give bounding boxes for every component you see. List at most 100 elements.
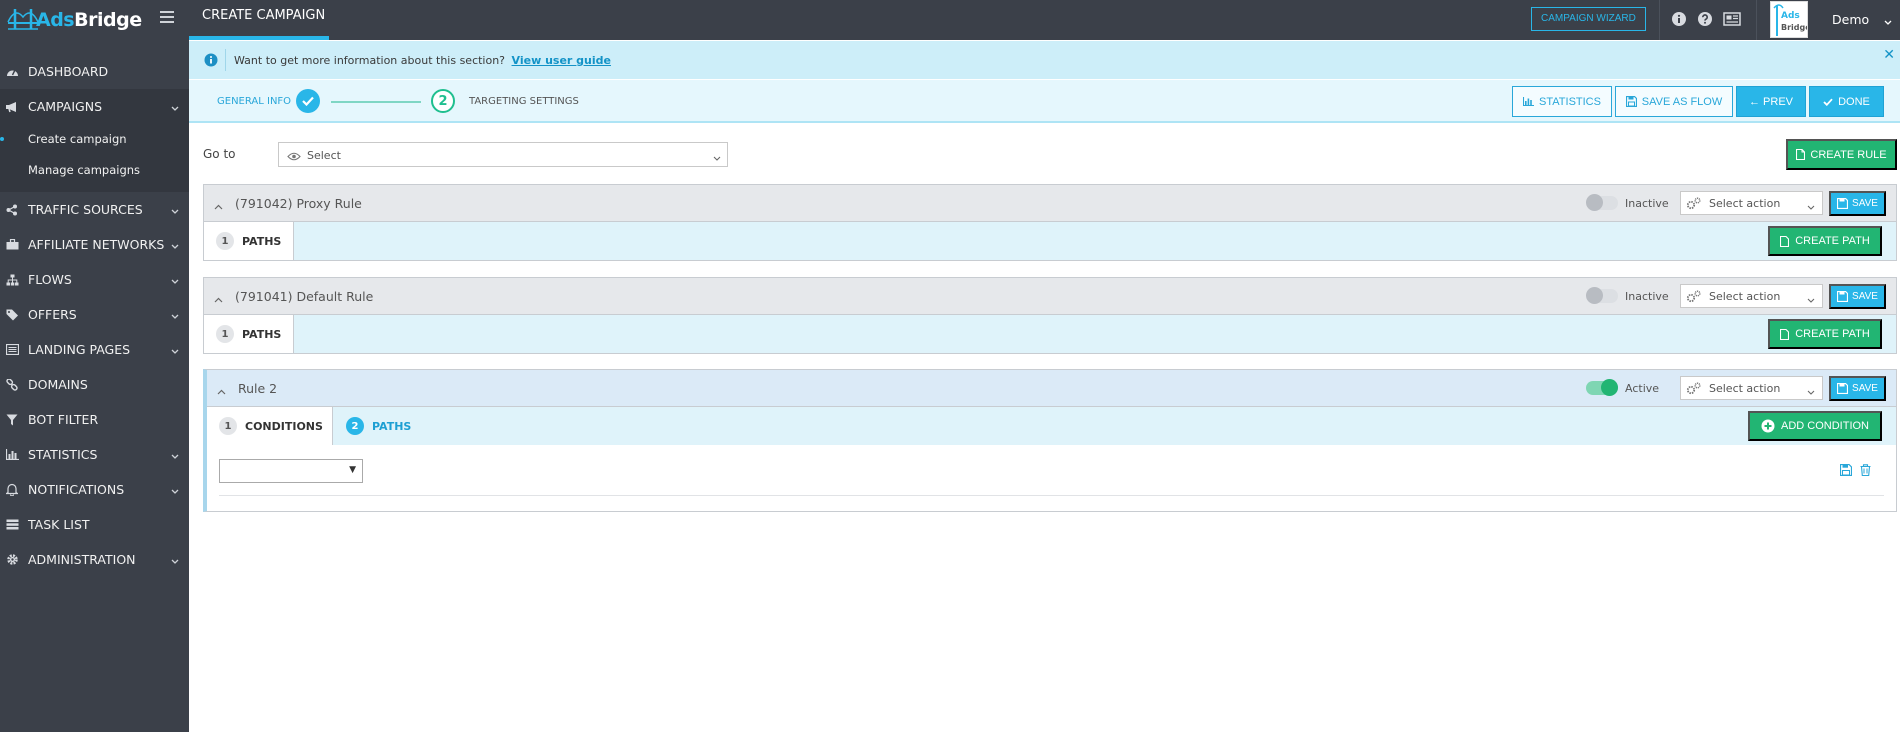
sidebar-item-landing-pages[interactable]: LANDING PAGES (0, 332, 189, 367)
campaigns-submenu: Create campaign Manage campaigns (0, 124, 189, 192)
step-targeting-settings: TARGETING SETTINGS (469, 96, 579, 107)
chevron-down-icon (171, 204, 179, 214)
chevron-down-icon (171, 484, 179, 494)
rule-tabs: 1 PATHS CREATE PATH (204, 222, 1896, 260)
rule-status-label: Inactive (1625, 197, 1669, 210)
select-action-dropdown[interactable]: Select action (1680, 284, 1823, 308)
rule-status-toggle[interactable] (1586, 379, 1618, 396)
step-general-info[interactable]: GENERAL INFO (217, 96, 291, 107)
create-path-button[interactable]: CREATE PATH (1768, 226, 1882, 256)
condition-type-select[interactable]: ▼ (219, 459, 363, 483)
sidebar-item-campaigns[interactable]: CAMPAIGNS (0, 89, 189, 124)
step-connector (331, 101, 421, 103)
svg-text:Bridge: Bridge (1781, 23, 1808, 32)
list-alt-icon (4, 342, 20, 358)
brand-logo[interactable]: AdsBridge (0, 0, 189, 40)
help-icon[interactable] (1697, 11, 1713, 27)
bell-icon (4, 482, 20, 498)
sidebar-item-dashboard[interactable]: DASHBOARD (0, 54, 189, 89)
save-rule-button[interactable]: SAVE (1829, 191, 1886, 216)
conditions-panel: ▼ (207, 445, 1896, 511)
sitemap-icon (4, 272, 20, 288)
done-button[interactable]: DONE (1809, 86, 1884, 117)
rule-card: (791042) Proxy Rule Inactive Select acti… (203, 184, 1897, 261)
info-icon[interactable] (1671, 11, 1687, 27)
rule-status-label: Active (1625, 382, 1660, 395)
info-text: Want to get more information about this … (234, 54, 611, 67)
chevron-down-icon (171, 344, 179, 354)
floppy-icon (1837, 291, 1849, 302)
bridge-logo-icon (6, 5, 40, 35)
gears-icon (1686, 197, 1702, 213)
prev-button[interactable]: ← PREV (1736, 86, 1806, 117)
tab-conditions[interactable]: 1 CONDITIONS (207, 407, 333, 445)
chevron-up-icon[interactable] (217, 384, 226, 398)
check-icon (1823, 98, 1833, 106)
save-as-flow-button[interactable]: SAVE AS FLOW (1615, 86, 1733, 117)
rule-header[interactable]: (791042) Proxy Rule Inactive Select acti… (204, 185, 1896, 222)
view-user-guide-link[interactable]: View user guide (512, 54, 611, 67)
sidebar-subitem-create-campaign[interactable]: Create campaign (0, 124, 189, 155)
avatar[interactable]: Ads Bridge (1770, 1, 1808, 38)
goto-select[interactable]: Select (278, 142, 728, 167)
plus-circle-icon (1761, 419, 1775, 433)
chevron-down-icon (1807, 385, 1815, 399)
rule-status-toggle[interactable] (1586, 287, 1618, 304)
megaphone-icon (4, 99, 20, 115)
chevron-down-icon (713, 151, 721, 165)
chevron-down-icon (1807, 200, 1815, 214)
tasks-icon (4, 517, 20, 533)
user-name[interactable]: Demo (1832, 12, 1869, 27)
create-path-button[interactable]: CREATE PATH (1768, 319, 1882, 349)
newspaper-icon[interactable] (1722, 11, 1742, 27)
info-circle-icon (204, 53, 218, 70)
sidebar-item-bot-filter[interactable]: BOT FILTER (0, 402, 189, 437)
sidebar-subitem-manage-campaigns[interactable]: Manage campaigns (0, 155, 189, 186)
statistics-button[interactable]: STATISTICS (1512, 86, 1612, 117)
sidebar-item-domains[interactable]: DOMAINS (0, 367, 189, 402)
add-condition-button[interactable]: ADD CONDITION (1748, 411, 1882, 441)
sidebar-item-notifications[interactable]: NOTIFICATIONS (0, 472, 189, 507)
gears-icon (1686, 382, 1702, 398)
tab-paths[interactable]: 1 PATHS (204, 222, 294, 260)
create-rule-button[interactable]: CREATE RULE (1786, 139, 1897, 170)
rule-title: Rule 2 (238, 381, 278, 396)
sidebar-item-statistics[interactable]: STATISTICS (0, 437, 189, 472)
menu-toggle-icon[interactable] (160, 11, 174, 25)
step-number: 2 (431, 89, 455, 113)
chevron-down-icon[interactable] (1884, 16, 1892, 25)
rule-header[interactable]: (791041) Default Rule Inactive Select ac… (204, 278, 1896, 315)
gear-icon (4, 552, 20, 568)
save-rule-button[interactable]: SAVE (1829, 376, 1886, 401)
chevron-up-icon[interactable] (214, 292, 223, 306)
sidebar-item-offers[interactable]: OFFERS (0, 297, 189, 332)
tab-paths[interactable]: 2 PATHS (334, 407, 424, 445)
rule-status-label: Inactive (1625, 290, 1669, 303)
close-icon[interactable]: ✕ (1883, 47, 1895, 63)
sidebar-item-task-list[interactable]: TASK LIST (0, 507, 189, 542)
dashboard-icon (4, 64, 20, 80)
check-icon[interactable] (296, 89, 320, 113)
sidebar-item-administration[interactable]: ADMINISTRATION (0, 542, 189, 577)
sidebar-item-affiliate-networks[interactable]: AFFILIATE NETWORKS (0, 227, 189, 262)
divider (219, 495, 1884, 496)
select-action-dropdown[interactable]: Select action (1680, 191, 1823, 215)
chevron-up-icon[interactable] (214, 199, 223, 213)
save-rule-button[interactable]: SAVE (1829, 284, 1886, 309)
select-action-dropdown[interactable]: Select action (1680, 376, 1823, 400)
sidebar-item-traffic-sources[interactable]: TRAFFIC SOURCES (0, 192, 189, 227)
floppy-icon (1837, 383, 1849, 394)
rule-title: (791042) Proxy Rule (235, 196, 362, 211)
wizard-steps-bar: GENERAL INFO 2 TARGETING SETTINGS STATIS… (189, 80, 1900, 123)
rule-card: Rule 2 Active Select action SAVE 1 CONDI… (203, 369, 1897, 512)
chevron-down-icon (171, 554, 179, 564)
campaign-wizard-button[interactable]: CAMPAIGN WIZARD (1531, 7, 1646, 31)
trash-icon[interactable] (1860, 464, 1871, 479)
save-condition-icon[interactable] (1839, 463, 1853, 479)
tab-paths[interactable]: 1 PATHS (204, 315, 294, 353)
rule-status-toggle[interactable] (1586, 194, 1618, 211)
rule-header[interactable]: Rule 2 Active Select action SAVE (207, 370, 1896, 407)
chevron-down-icon (171, 239, 179, 249)
sidebar-item-flows[interactable]: FLOWS (0, 262, 189, 297)
rule-tabs: 1 PATHS CREATE PATH (204, 315, 1896, 353)
